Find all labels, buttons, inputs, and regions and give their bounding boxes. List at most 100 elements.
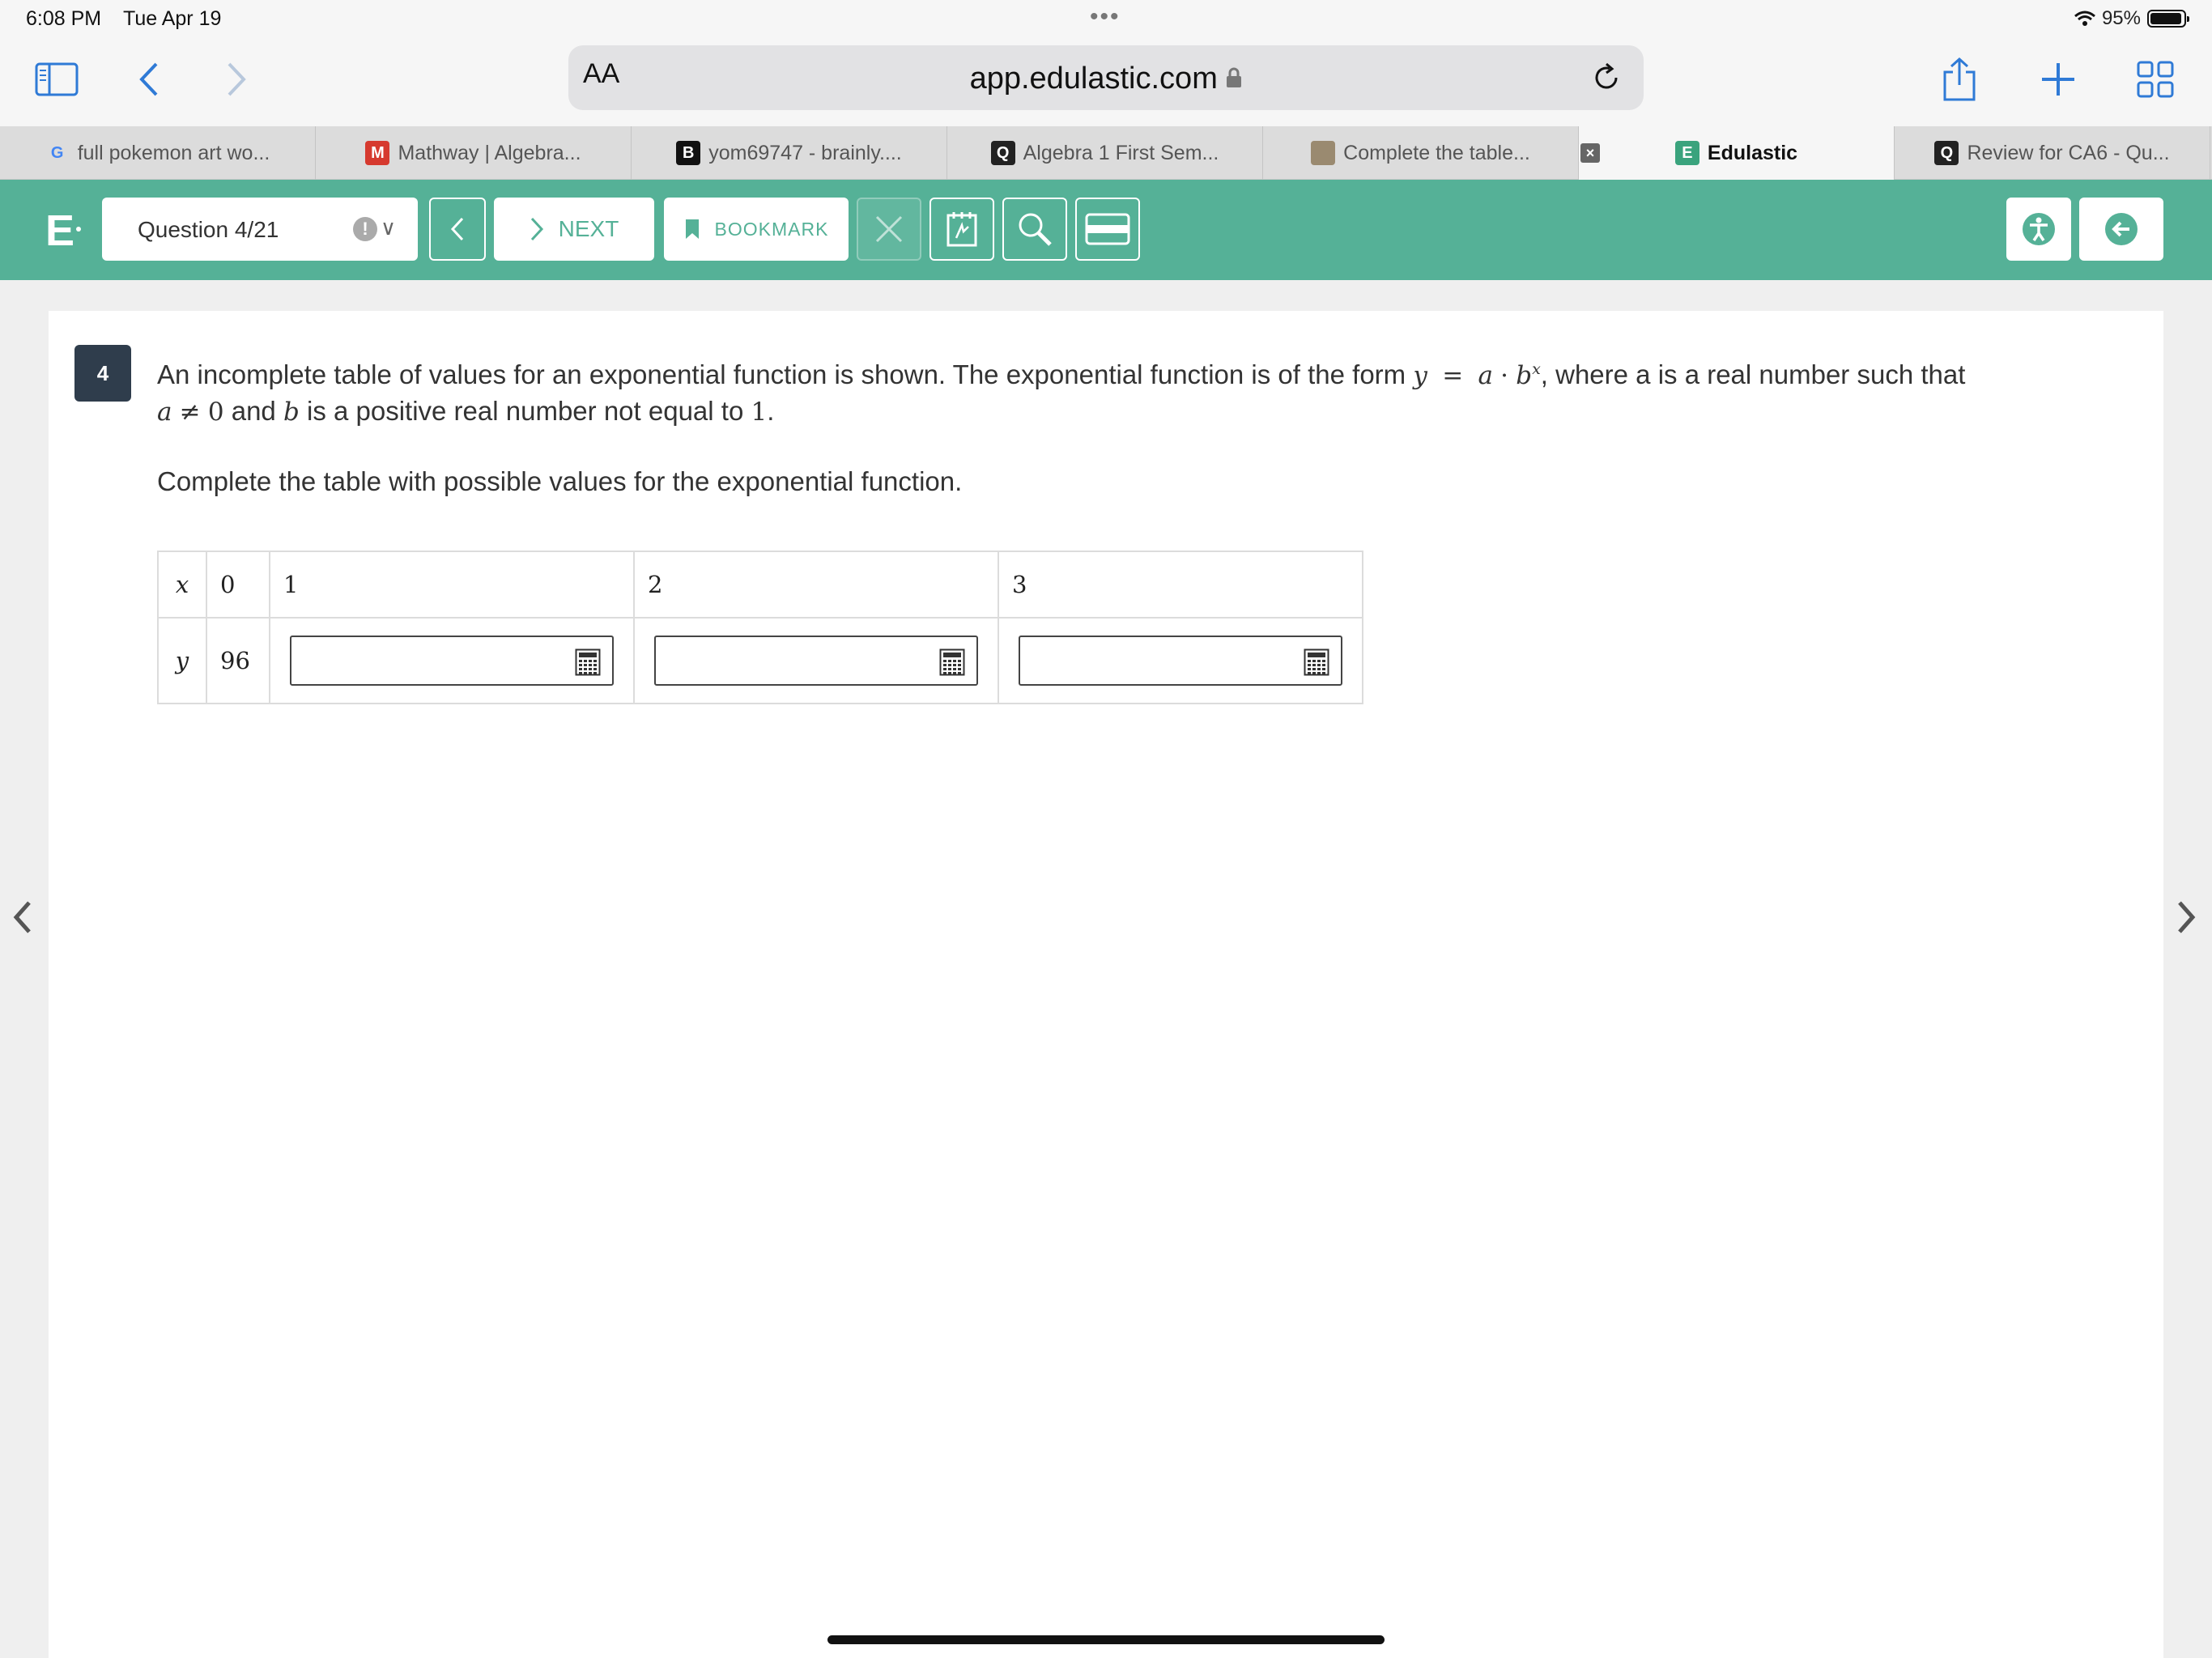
battery-icon [2147, 10, 2189, 28]
stem-math-zero: 0 [207, 397, 224, 427]
browser-tab[interactable]: Complete the table... [1263, 126, 1579, 180]
stem-math-one: 1 [751, 397, 768, 427]
share-icon[interactable] [1935, 55, 1984, 104]
status-time: 6:08 PM [26, 7, 102, 30]
question-stem: An incomplete table of values for an exp… [157, 351, 2100, 430]
stem-math-equals: = [1442, 361, 1464, 390]
line-reader-button[interactable] [1075, 198, 1140, 261]
google-icon: G [50, 143, 64, 162]
stem-text-3: and [223, 396, 283, 426]
line-reader-icon [1085, 213, 1130, 245]
next-button[interactable]: NEXT [494, 198, 654, 261]
image-thumbnail-icon [1311, 141, 1336, 165]
close-icon [875, 215, 903, 243]
status-indicators: 95% [2074, 6, 2189, 31]
calculator-icon[interactable] [939, 648, 965, 676]
tab-label: Edulastic [1707, 141, 1798, 164]
accessibility-icon [2023, 213, 2055, 245]
edulastic-logo: E [45, 206, 75, 255]
browser-tab[interactable]: Byom69747 - brainly.... [632, 126, 947, 180]
calculator-icon[interactable] [575, 648, 601, 676]
quizizz-icon: Q [990, 141, 1015, 165]
previous-page-arrow-icon[interactable] [13, 900, 32, 934]
exit-arrow-icon [2105, 213, 2138, 245]
back-icon[interactable] [125, 55, 173, 104]
browser-toolbar: AA app.edulastic.com [0, 39, 2212, 126]
x-value-cell: 2 [633, 551, 999, 619]
address-bar[interactable]: AA app.edulastic.com [568, 45, 1644, 110]
tab-label: full pokemon art wo... [77, 141, 270, 164]
reload-icon[interactable] [1585, 57, 1627, 99]
answer-eliminator-button[interactable] [857, 198, 921, 261]
stem-math-b: b [1516, 361, 1533, 390]
tab-label: Algebra 1 First Sem... [1023, 141, 1219, 164]
next-page-arrow-icon[interactable] [2176, 900, 2196, 934]
question-selector-label: Question 4/21 [138, 217, 279, 242]
accessibility-button[interactable] [2006, 198, 2071, 261]
y-answer-cell [633, 617, 999, 704]
tab-bar: Gfull pokemon art wo... M Mathway | Algebr… [0, 126, 2212, 180]
forward-icon[interactable] [212, 55, 261, 104]
browser-tab[interactable]: M Mathway | Algebra... [316, 126, 632, 180]
new-tab-icon[interactable] [2034, 55, 2082, 104]
lock-icon [1227, 67, 1242, 87]
status-bar: 6:08 PM Tue Apr 19 ••• 95% [0, 0, 2212, 39]
question-number-badge: 4 [74, 345, 131, 402]
stem-text-4: is a positive real number not equal to [299, 396, 751, 426]
magnifier-icon [1019, 213, 1052, 246]
question-instruction: Complete the table with possible values … [157, 466, 963, 496]
y-label-cell: y [157, 617, 207, 704]
answer-input-1[interactable] [290, 636, 614, 686]
multitasking-dots[interactable]: ••• [1090, 3, 1121, 31]
table-row-y: y 96 [157, 617, 1363, 704]
x-value-cell: 0 [206, 551, 270, 619]
tab-overview-icon[interactable] [2131, 55, 2180, 104]
edulastic-icon: E [1674, 141, 1699, 165]
chevron-down-icon: ∨ [381, 215, 397, 240]
question-selector[interactable]: Question 4/21 ! ∨ [102, 198, 418, 261]
stem-math-dot: · [1500, 361, 1509, 390]
calculator-icon[interactable] [1304, 648, 1329, 676]
x-label-cell: x [157, 551, 207, 619]
stem-math-y: y [1413, 361, 1427, 390]
home-indicator[interactable] [827, 1635, 1385, 1644]
y-answer-cell [998, 617, 1363, 704]
browser-tab[interactable]: Gfull pokemon art wo... [0, 126, 316, 180]
stem-math-a2: a [157, 397, 172, 427]
scratchpad-button[interactable] [929, 198, 994, 261]
stem-math-b2: b [283, 397, 300, 427]
next-label: NEXT [558, 216, 619, 241]
wifi-icon [2074, 11, 2095, 26]
previous-button[interactable] [429, 198, 486, 261]
answer-input-2[interactable] [654, 636, 978, 686]
edulastic-header: E Question 4/21 ! ∨ NEXT BOOKMARK [0, 180, 2212, 280]
y-answer-cell [269, 617, 635, 704]
stem-text-end: . [767, 396, 775, 426]
magnifier-button[interactable] [1002, 198, 1067, 261]
logo-dot [76, 227, 81, 232]
stem-text-2: , where a is a real number such that [1540, 359, 1966, 389]
answer-input-3[interactable] [1019, 636, 1342, 686]
status-date: Tue Apr 19 [123, 7, 222, 30]
stem-text-1: An incomplete table of values for an exp… [157, 359, 1414, 389]
sidebar-icon[interactable] [32, 55, 81, 104]
stem-math-neq: ≠ [179, 397, 201, 427]
value-table: x 0 1 2 3 y 96 [157, 551, 1363, 704]
browser-tab[interactable]: Q Review for CA6 - Qu... [1895, 126, 2210, 180]
browser-tab[interactable]: Q Algebra 1 First Sem... [947, 126, 1263, 180]
close-tab-icon[interactable]: × [1580, 143, 1600, 163]
question-card: 4 An incomplete table of values for an e… [49, 311, 2163, 1658]
tab-label: Complete the table... [1343, 141, 1530, 164]
quizizz-icon: Q [1934, 141, 1959, 165]
alert-icon: ! [353, 217, 377, 241]
battery-percent: 95% [2101, 7, 2141, 29]
browser-tab[interactable]: × E Edulastic [1579, 126, 1895, 180]
exit-button[interactable] [2079, 198, 2163, 261]
brainly-icon: B [676, 141, 701, 165]
url-text: app.edulastic.com [969, 62, 1218, 96]
url-display[interactable]: app.edulastic.com [568, 62, 1644, 96]
bookmark-button[interactable]: BOOKMARK [664, 198, 849, 261]
y-given-cell: 96 [206, 617, 270, 704]
battery-level [2150, 13, 2181, 24]
chevron-right-icon [530, 217, 543, 241]
